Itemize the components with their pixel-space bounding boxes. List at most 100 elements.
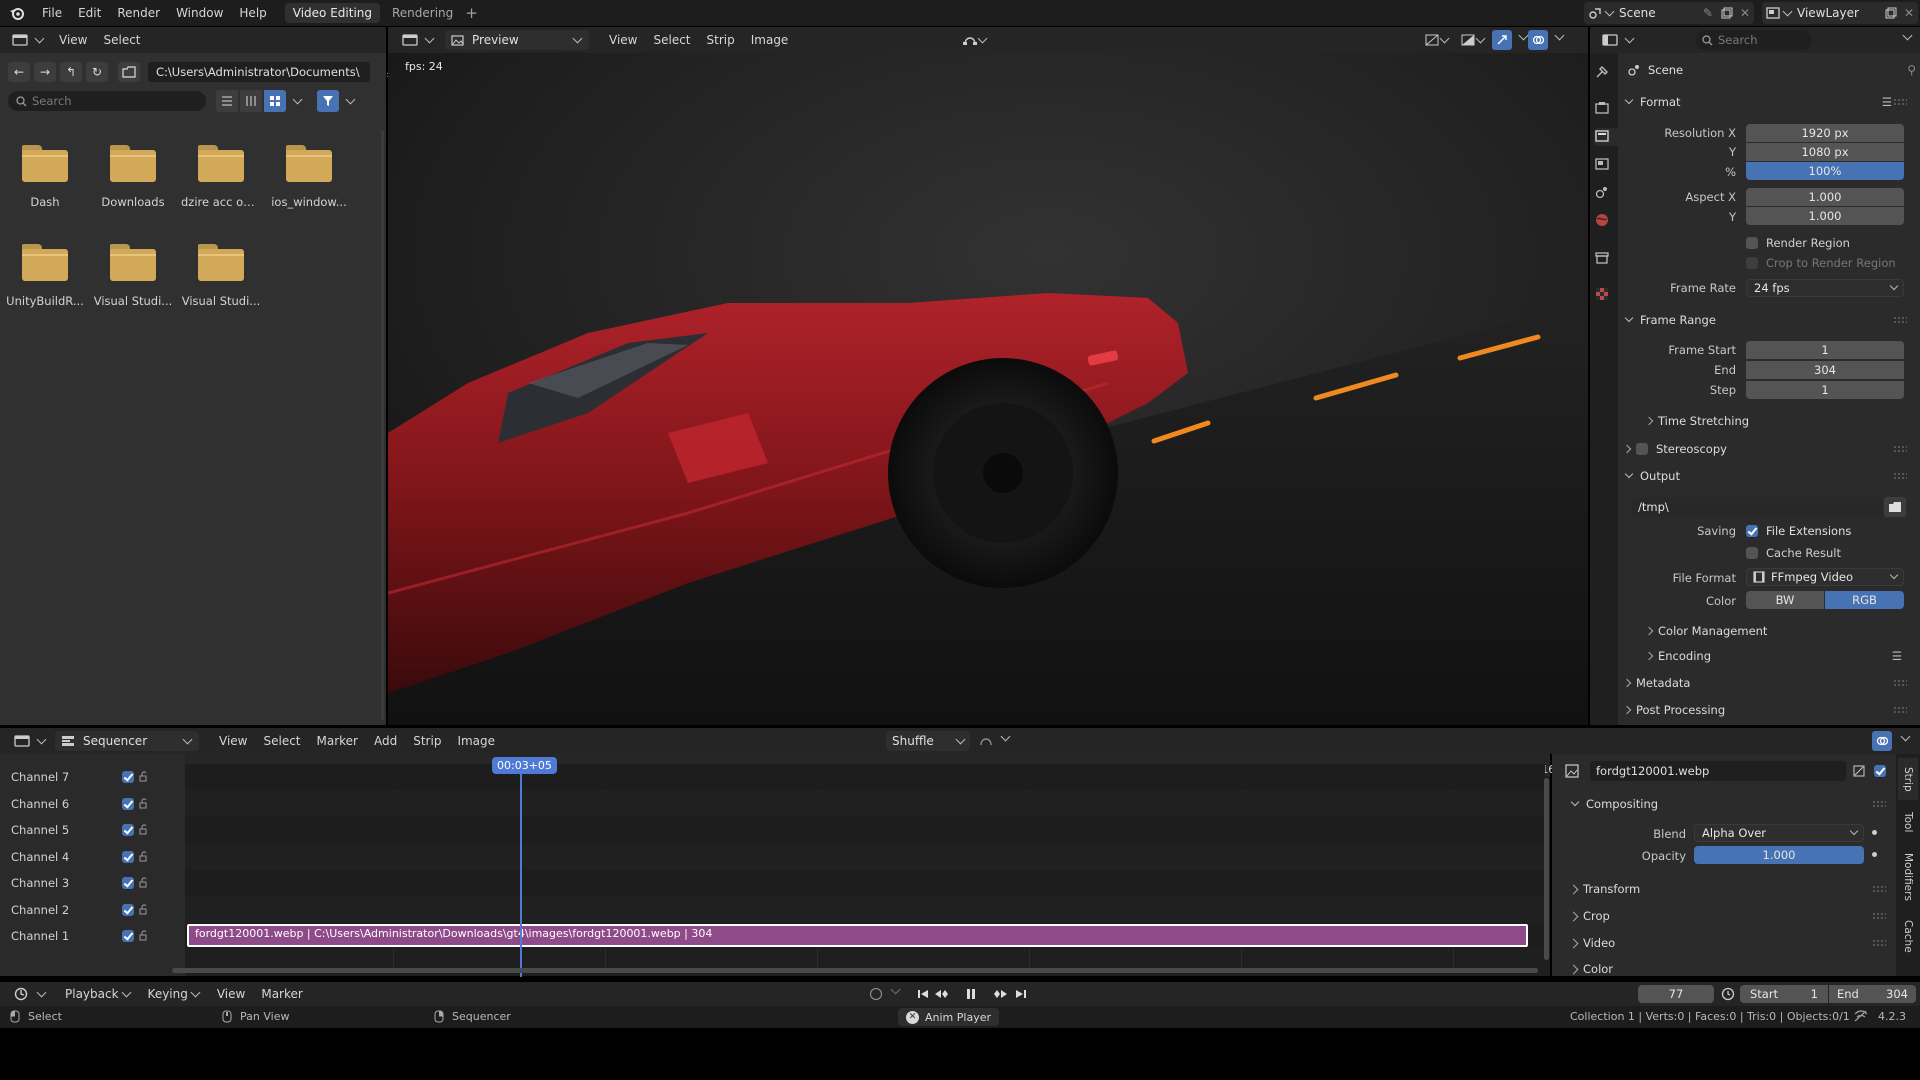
editor-type-selector[interactable] xyxy=(6,29,51,51)
collection-icon[interactable] xyxy=(1594,250,1612,268)
channel-name[interactable]: Channel 3 xyxy=(11,876,69,890)
frame-step-field[interactable]: 1 xyxy=(1746,381,1904,399)
channel-mute-checkbox[interactable] xyxy=(122,824,134,836)
pause-icon[interactable] xyxy=(962,985,980,1003)
channel-mute-checkbox[interactable] xyxy=(122,771,134,783)
menu-edit[interactable]: Edit xyxy=(70,0,109,26)
preview-mode-dropdown[interactable]: Preview xyxy=(445,30,589,50)
resolution-percent-slider[interactable]: 100% xyxy=(1746,162,1904,180)
parent-directory-icon[interactable]: ↰ xyxy=(60,62,82,82)
menu-select[interactable]: Select xyxy=(95,27,148,53)
directory-path-field[interactable]: C:\Users\Administrator\Documents\ xyxy=(148,62,370,82)
lock-icon[interactable] xyxy=(138,876,150,888)
section-post-processing[interactable]: Post Processing xyxy=(1622,699,1914,721)
opacity-slider[interactable]: 1.000 xyxy=(1694,846,1864,864)
drag-handle[interactable] xyxy=(1893,316,1907,324)
gizmo-icon[interactable] xyxy=(1492,30,1512,50)
checkbox[interactable] xyxy=(1746,237,1758,249)
lock-icon[interactable] xyxy=(138,823,150,835)
editor-type-selector[interactable] xyxy=(8,730,53,752)
channel-row[interactable]: Channel 6 xyxy=(0,793,185,815)
menu-strip[interactable]: Strip xyxy=(405,728,449,754)
editor-type-selector[interactable] xyxy=(396,29,441,51)
refresh-icon[interactable]: ↻ xyxy=(86,62,108,82)
checkbox[interactable] xyxy=(1746,525,1758,537)
chevron-down-icon[interactable] xyxy=(1518,30,1529,41)
menu-view[interactable]: View xyxy=(601,27,645,53)
vertical-scrollbar[interactable] xyxy=(1544,778,1549,960)
tab-modifiers[interactable]: Modifiers xyxy=(1898,846,1918,908)
output-path-field[interactable]: /tmp\ xyxy=(1632,497,1882,517)
start-frame-field[interactable]: Start 1 xyxy=(1740,985,1828,1003)
jump-end-icon[interactable] xyxy=(1012,985,1030,1003)
folder-item[interactable]: Visual Studi... xyxy=(93,242,173,308)
folder-item[interactable]: Visual Studi... xyxy=(181,242,261,308)
channel-mute-checkbox[interactable] xyxy=(122,798,134,810)
channel-row[interactable]: Channel 4 xyxy=(0,846,185,868)
current-frame-field[interactable]: 77 xyxy=(1638,985,1714,1003)
end-frame-field[interactable]: End 304 xyxy=(1829,985,1916,1003)
auto-keying-icon[interactable] xyxy=(870,988,882,1000)
channel-mute-checkbox[interactable] xyxy=(122,930,134,942)
file-search-field[interactable]: Search xyxy=(8,91,206,111)
cache-result-checkbox[interactable]: Cache Result xyxy=(1746,546,1841,560)
world-icon[interactable] xyxy=(1594,212,1612,230)
channel-mute-checkbox[interactable] xyxy=(122,904,134,916)
chevron-down-icon[interactable] xyxy=(890,984,901,995)
lock-icon[interactable] xyxy=(138,903,150,915)
channel-row[interactable]: Channel 3 xyxy=(0,872,185,894)
section-output[interactable]: Output xyxy=(1624,465,1914,487)
section-transform[interactable]: Transform xyxy=(1568,878,1640,900)
menu-window[interactable]: Window xyxy=(168,0,231,26)
presets-icon[interactable]: ☰ xyxy=(1892,649,1902,663)
channel-track[interactable] xyxy=(185,764,1545,790)
channel-mute-checkbox[interactable] xyxy=(122,851,134,863)
frame-rate-dropdown[interactable]: 24 fps xyxy=(1746,279,1904,297)
lock-icon[interactable] xyxy=(138,929,150,941)
display-channels-icon[interactable] xyxy=(1422,31,1452,49)
menu-keying[interactable]: Keying xyxy=(140,982,209,1006)
preview-range-icon[interactable] xyxy=(1718,985,1738,1003)
viewlayer-selector[interactable]: ViewLayer ✕ xyxy=(1762,2,1918,24)
aspect-x-field[interactable]: 1.000 xyxy=(1746,188,1904,206)
menu-view[interactable]: View xyxy=(209,982,253,1006)
overlays-icon[interactable] xyxy=(1872,731,1892,751)
folder-item[interactable]: Downloads xyxy=(93,143,173,209)
channel-row[interactable]: Channel 1 xyxy=(0,925,185,947)
strip-name-field[interactable]: fordgt120001.webp xyxy=(1590,761,1846,781)
tab-tool[interactable]: Tool xyxy=(1898,805,1918,839)
resolution-y-field[interactable]: 1080 px xyxy=(1746,143,1904,161)
render-icon[interactable] xyxy=(1594,100,1612,118)
new-viewlayer-icon[interactable] xyxy=(1882,7,1900,19)
snapping-icon[interactable] xyxy=(976,732,996,750)
chevron-down-icon[interactable] xyxy=(345,94,356,104)
chevron-down-icon[interactable] xyxy=(1900,731,1911,742)
scene-icon[interactable] xyxy=(1594,184,1612,202)
drag-handle[interactable] xyxy=(1893,706,1907,714)
menu-image[interactable]: Image xyxy=(449,728,503,754)
color-bw-button[interactable]: BW xyxy=(1746,591,1824,609)
section-crop[interactable]: Crop xyxy=(1568,905,1610,927)
new-folder-icon[interactable] xyxy=(118,62,140,82)
forward-arrow-icon[interactable]: → xyxy=(34,62,56,82)
menu-view[interactable]: View xyxy=(211,728,255,754)
file-browser-scrollbar[interactable] xyxy=(381,130,384,720)
pin-icon[interactable]: ⚲ xyxy=(1907,63,1916,77)
stereoscopy-checkbox[interactable] xyxy=(1636,443,1648,455)
folder-item[interactable]: dzire acc og... xyxy=(181,143,261,209)
list-vertical-icon[interactable] xyxy=(216,90,238,112)
menu-help[interactable]: Help xyxy=(231,0,274,26)
drag-handle[interactable] xyxy=(1893,679,1907,687)
channel-row[interactable]: Channel 5 xyxy=(0,819,185,841)
filter-icon[interactable] xyxy=(317,90,339,112)
menu-playback[interactable]: Playback xyxy=(57,982,140,1006)
tab-rendering[interactable]: Rendering xyxy=(384,3,461,23)
section-frame-range[interactable]: Frame Range xyxy=(1624,309,1914,331)
tab-video-editing[interactable]: Video Editing xyxy=(284,3,380,23)
channel-name[interactable]: Channel 1 xyxy=(11,929,69,943)
channel-track[interactable] xyxy=(185,791,1545,817)
presets-icon[interactable]: ☰ xyxy=(1882,95,1892,109)
sequencer-view-type-dropdown[interactable]: Sequencer xyxy=(55,731,199,751)
playhead-line[interactable] xyxy=(520,767,522,977)
section-stereoscopy[interactable]: Stereoscopy xyxy=(1622,438,1914,460)
